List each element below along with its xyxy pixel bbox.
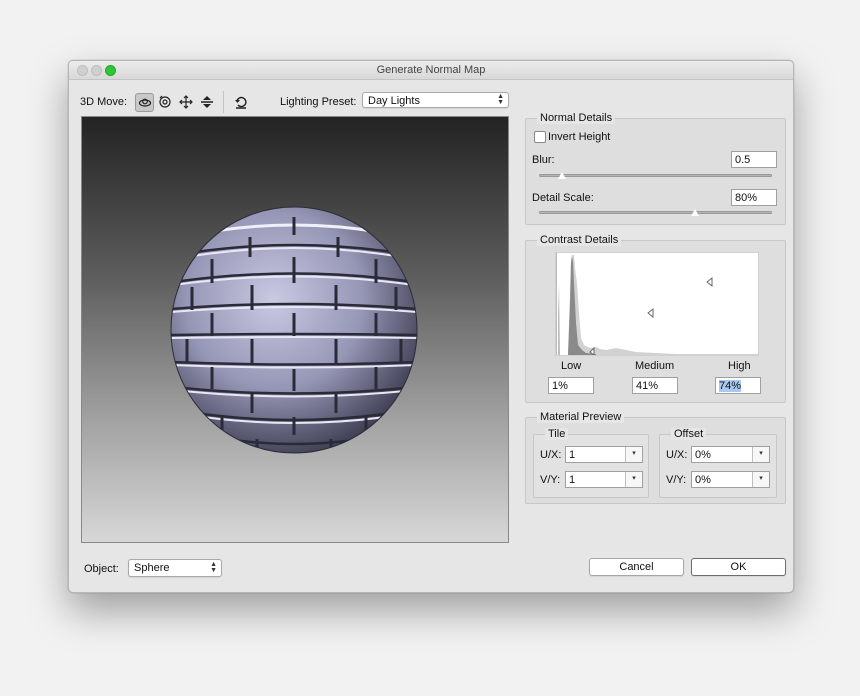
orbit-icon (138, 98, 151, 107)
contrast-histogram[interactable] (555, 252, 759, 356)
medium-input[interactable]: 41% (632, 377, 678, 394)
blur-slider[interactable] (539, 174, 772, 177)
high-label: High (728, 360, 751, 372)
object-value: Sphere (134, 562, 170, 574)
stepper-arrow-icon[interactable]: ▾ (625, 472, 642, 487)
cancel-button[interactable]: Cancel (589, 558, 684, 576)
detail-scale-label: Detail Scale: (532, 192, 594, 204)
offset-vy-value: 0% (695, 474, 711, 486)
stepper-arrow-icon[interactable]: ▾ (625, 447, 642, 462)
stepper-arrow-icon[interactable]: ▾ (752, 472, 769, 487)
object-label: Object: (84, 563, 119, 575)
blur-slider-thumb[interactable] (557, 171, 568, 180)
offset-group: Offset U/X: 0% ▾ V/Y: 0% ▾ (659, 428, 777, 498)
select-arrows-icon: ▲ ▼ (497, 93, 504, 106)
generate-normal-map-dialog: Generate Normal Map 3D Move: Lighting Pr… (68, 60, 794, 593)
reset-view-button[interactable] (232, 93, 250, 111)
offset-title: Offset (671, 428, 707, 440)
tile-vy-stepper[interactable]: 1 ▾ (565, 471, 643, 488)
reset-view-icon (235, 96, 247, 109)
offset-ux-label: U/X: (666, 449, 688, 461)
blur-label: Blur: (532, 154, 555, 166)
detail-scale-value: 80% (735, 192, 758, 204)
lighting-preset-select[interactable]: Day Lights ▲ ▼ (362, 92, 509, 108)
3d-preview-viewport[interactable] (81, 116, 509, 543)
medium-label: Medium (635, 360, 675, 372)
stepper-arrow-icon[interactable]: ▾ (752, 447, 769, 462)
blur-value: 0.5 (735, 154, 751, 166)
low-label: Low (561, 360, 582, 372)
tile-vy-label: V/Y: (540, 474, 561, 486)
offset-vy-label: V/Y: (666, 474, 687, 486)
detail-scale-slider-thumb[interactable] (690, 208, 701, 217)
tile-group: Tile U/X: 1 ▾ V/Y: 1 ▾ (533, 428, 649, 498)
lighting-preset-label: Lighting Preset: (280, 96, 357, 108)
invert-height-checkbox[interactable] (534, 131, 546, 143)
ok-button[interactable]: OK (691, 558, 786, 576)
detail-scale-input[interactable]: 80% (731, 189, 777, 206)
pan-tool-button[interactable] (177, 93, 195, 111)
lighting-preset-value: Day Lights (368, 95, 420, 107)
offset-ux-stepper[interactable]: 0% ▾ (691, 446, 770, 463)
normal-details-title: Normal Details (537, 112, 616, 124)
low-value: 1% (552, 380, 568, 392)
blur-input[interactable]: 0.5 (731, 151, 777, 168)
pan-icon (179, 95, 193, 109)
contrast-details-group: Contrast Details Low Medium High 1% 41% … (525, 234, 786, 403)
select-arrows-icon: ▲ ▼ (210, 561, 217, 574)
3d-move-label: 3D Move: (80, 96, 128, 108)
material-preview-title: Material Preview (537, 411, 625, 423)
tile-title: Tile (545, 428, 569, 440)
toolbar-divider (223, 91, 224, 113)
tile-ux-value: 1 (569, 449, 576, 461)
detail-scale-slider[interactable] (539, 211, 772, 214)
slide-tool-button[interactable] (198, 93, 216, 111)
brick-sphere-preview (170, 206, 418, 454)
orbit-tool-button[interactable] (135, 93, 154, 112)
object-select[interactable]: Sphere ▲ ▼ (128, 559, 222, 577)
roll-tool-button[interactable] (156, 93, 174, 111)
contrast-details-title: Contrast Details (537, 234, 622, 246)
tile-ux-stepper[interactable]: 1 ▾ (565, 446, 643, 463)
tile-ux-label: U/X: (540, 449, 562, 461)
histogram-graph (555, 253, 758, 356)
low-input[interactable]: 1% (548, 377, 594, 394)
slide-icon (201, 96, 213, 108)
offset-ux-value: 0% (695, 449, 711, 461)
high-value: 74% (719, 380, 742, 392)
offset-vy-stepper[interactable]: 0% ▾ (691, 471, 770, 488)
medium-value: 41% (636, 380, 659, 392)
high-input[interactable]: 74% (715, 377, 761, 394)
window-title: Generate Normal Map (376, 64, 486, 76)
normal-details-group: Normal Details Invert Height Blur: 0.5 D… (525, 112, 786, 225)
title-bar: Generate Normal Map (69, 61, 793, 80)
tile-vy-value: 1 (569, 474, 576, 486)
invert-height-label: Invert Height (548, 131, 611, 143)
material-preview-group: Material Preview Tile U/X: 1 ▾ V/Y: 1 ▾ … (525, 411, 786, 504)
roll-icon (159, 95, 171, 108)
